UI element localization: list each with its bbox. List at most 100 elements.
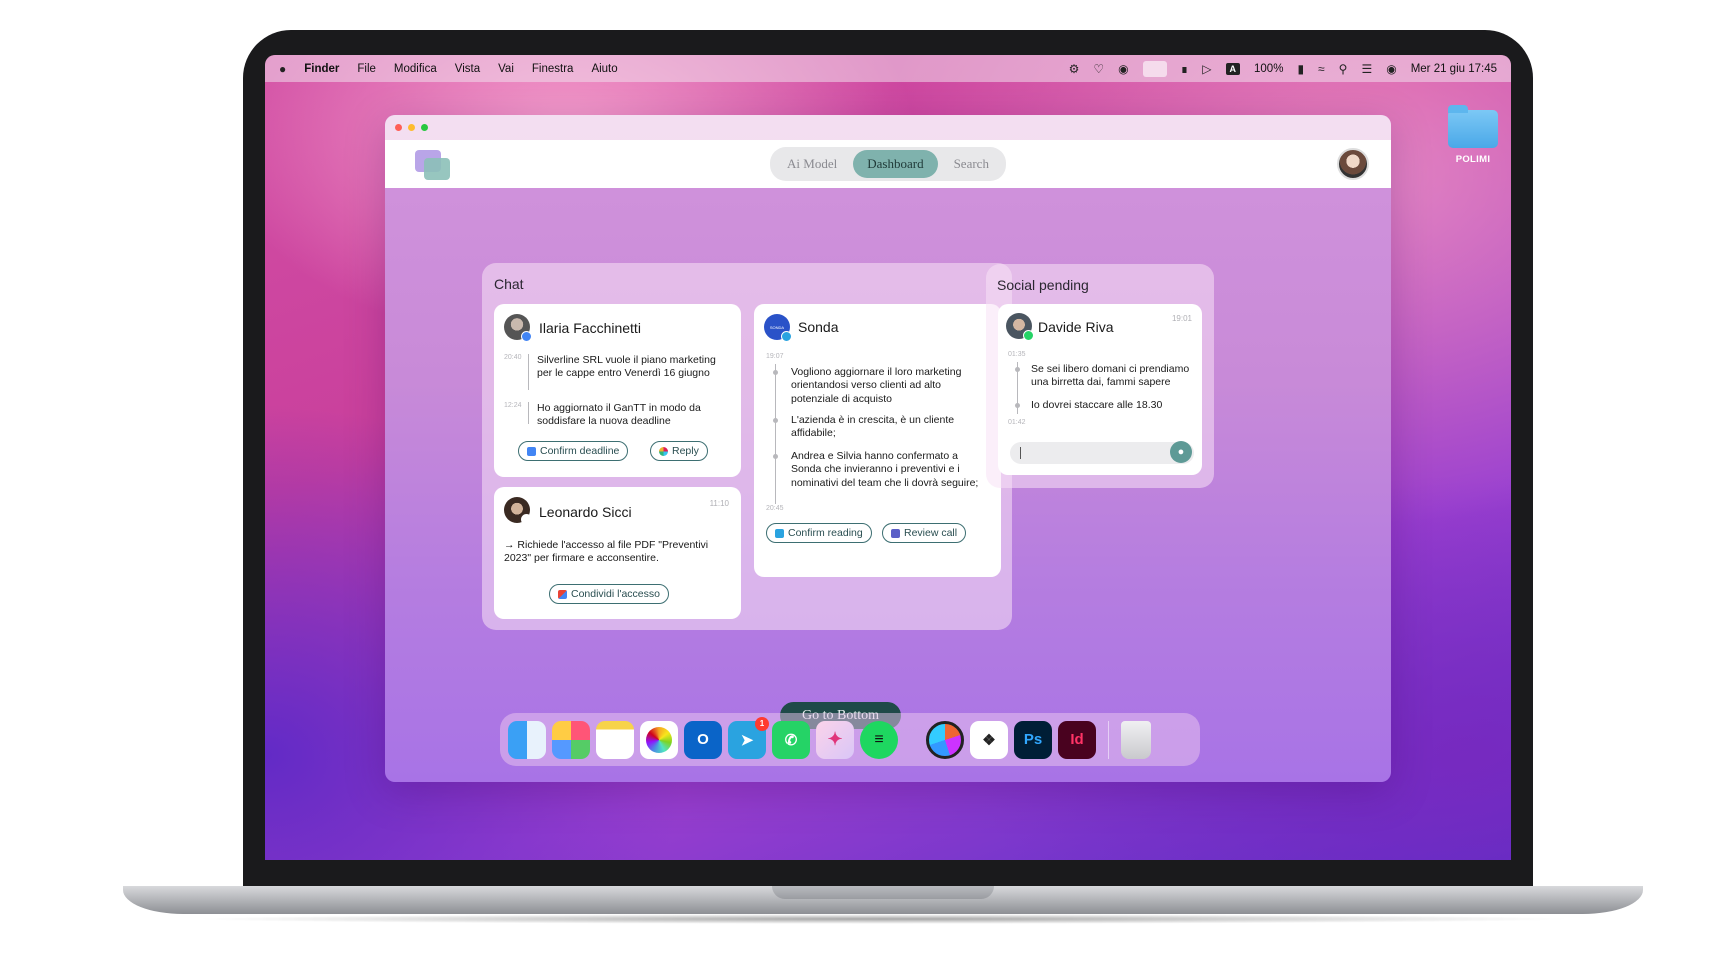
message-timestamp: 01:35 <box>1008 351 1026 358</box>
craft-icon[interactable]: ✦ <box>816 720 854 759</box>
airpods-icon[interactable]: ∎ <box>1181 62 1189 76</box>
user-avatar[interactable] <box>1337 148 1369 180</box>
spotify-icon[interactable]: ≡ <box>860 720 898 759</box>
timeline-line <box>528 354 529 390</box>
button-label: Review call <box>904 527 958 539</box>
dock-separator <box>1108 720 1109 759</box>
message-text: Silverline SRL vuole il piano marketing … <box>537 354 716 380</box>
chat-panel-title: Chat <box>494 276 524 292</box>
status-icon-3[interactable]: ◉ <box>1118 62 1128 76</box>
minimize-window-button[interactable] <box>408 124 415 131</box>
menu-finestra[interactable]: Finestra <box>532 63 574 75</box>
message-timestamp: 12:24 <box>504 402 522 409</box>
google-chat-icon <box>521 331 532 342</box>
apple-icon[interactable]: ● <box>279 62 286 76</box>
contact-name: Sonda <box>798 319 839 335</box>
telegram-icon <box>781 331 792 342</box>
close-window-button[interactable] <box>395 124 402 131</box>
share-access-button[interactable]: Condividi l'accesso <box>549 584 669 604</box>
avatar-text: SONDA <box>769 324 785 330</box>
notification-badge: 1 <box>755 716 769 731</box>
battery-percent[interactable]: 100% <box>1254 63 1283 75</box>
menu-vai[interactable]: Vai <box>498 63 514 75</box>
menu-modifica[interactable]: Modifica <box>394 63 437 75</box>
gmail-icon <box>521 514 532 525</box>
app-window: Ai Model Dashboard Search Chat Ilaria Fa… <box>385 115 1391 782</box>
trash-icon[interactable] <box>1121 720 1151 759</box>
status-icon-2[interactable]: ♡ <box>1093 62 1104 76</box>
laptop-shadow <box>190 914 1576 924</box>
timeline-dot <box>1015 367 1020 372</box>
siri-icon[interactable]: ◉ <box>1386 62 1396 76</box>
desktop-screen: ● Finder File Modifica Vista Vai Finestr… <box>265 55 1511 860</box>
whatsapp-icon[interactable]: ✆ <box>772 720 810 759</box>
menu-aiuto[interactable]: Aiuto <box>591 63 617 75</box>
confirm-deadline-button[interactable]: Confirm deadline <box>518 441 629 461</box>
spotlight-search-icon[interactable]: ⚲ <box>1339 62 1348 76</box>
telegram-icon[interactable]: ➤ 1 <box>728 716 769 759</box>
message-timestamp: 01:42 <box>1008 419 1026 426</box>
button-label: Confirm reading <box>788 527 863 539</box>
chat-card-sonda[interactable]: SONDA Sonda 19:07 Vogliono aggiornare il… <box>754 304 1001 577</box>
wifi-icon[interactable]: ≈ <box>1318 62 1325 76</box>
text-caret <box>1020 447 1021 459</box>
nav-tabs: Ai Model Dashboard Search <box>770 147 1006 181</box>
message-time: 11:10 <box>709 499 729 508</box>
menu-app-name[interactable]: Finder <box>304 63 339 75</box>
whatsapp-icon <box>1023 330 1034 341</box>
slack-icon <box>659 446 668 456</box>
indesign-icon[interactable]: Id <box>1058 720 1096 759</box>
figma-icon[interactable]: ❖ <box>970 720 1008 759</box>
message-time: 19:01 <box>1171 314 1192 323</box>
teams-icon <box>891 528 900 538</box>
social-card-davide[interactable]: 19:01 Davide Riva 01:35 Se sei libero do… <box>998 304 1202 475</box>
timeline-line <box>775 364 776 504</box>
status-box-icon[interactable] <box>1142 60 1167 77</box>
chat-card-leonardo[interactable]: 11:10 Leonardo Sicci → Richiede l'access… <box>494 487 741 619</box>
message-timestamp: 20:40 <box>504 354 522 361</box>
photos-icon[interactable] <box>640 720 678 759</box>
reply-input[interactable] <box>1010 442 1194 464</box>
status-icon-1[interactable]: ⚙ <box>1069 62 1080 76</box>
arc-browser-icon[interactable] <box>926 720 964 759</box>
telegram-icon <box>775 528 784 538</box>
menu-file[interactable]: File <box>357 63 376 75</box>
tab-search[interactable]: Search <box>940 150 1003 178</box>
contact-name: Leonardo Sicci <box>539 504 632 520</box>
zoom-window-button[interactable] <box>421 124 428 131</box>
timeline-dot <box>773 454 778 459</box>
calendar-icon <box>527 446 536 456</box>
play-icon[interactable]: ▷ <box>1202 62 1211 76</box>
avatar <box>1006 313 1034 341</box>
folder-icon <box>1448 105 1498 148</box>
outlook-icon[interactable]: O <box>684 720 722 759</box>
timeline-dot <box>1015 403 1020 408</box>
message-timestamp: 20:45 <box>766 505 784 512</box>
app-header: Ai Model Dashboard Search <box>385 140 1391 188</box>
confirm-reading-button[interactable]: Confirm reading <box>766 523 872 543</box>
social-pending-panel: Social pending 19:01 Davide Riva 01:35 S… <box>986 264 1214 488</box>
app-logo[interactable] <box>415 150 451 180</box>
microphone-icon[interactable]: ● <box>1170 441 1192 463</box>
desktop-folder[interactable]: POLIMI <box>1438 105 1508 165</box>
review-call-button[interactable]: Review call <box>882 523 967 543</box>
avatar: SONDA <box>764 314 792 342</box>
menu-vista[interactable]: Vista <box>455 63 480 75</box>
photoshop-icon[interactable]: Ps <box>1014 720 1052 759</box>
menu-bar: ● Finder File Modifica Vista Vai Finestr… <box>265 55 1511 82</box>
battery-icon[interactable]: ▮ <box>1297 62 1304 76</box>
control-center-icon[interactable]: ☰ <box>1361 62 1372 76</box>
message-text: → Richiede l'accesso al file PDF "Preven… <box>504 539 709 565</box>
tab-ai-model[interactable]: Ai Model <box>773 150 851 178</box>
timeline-line <box>528 402 529 424</box>
button-label: Condividi l'accesso <box>571 588 660 600</box>
chat-card-ilaria[interactable]: Ilaria Facchinetti 20:40 Silverline SRL … <box>494 304 741 477</box>
launchpad-icon[interactable] <box>552 720 590 759</box>
menu-clock[interactable]: Mer 21 giu 17:45 <box>1411 63 1497 75</box>
input-source-icon[interactable]: A <box>1225 62 1241 75</box>
notes-icon[interactable] <box>596 720 634 759</box>
tab-dashboard[interactable]: Dashboard <box>853 150 938 178</box>
reply-button[interactable]: Reply <box>650 441 708 461</box>
message-text: Vogliono aggiornare il loro marketing or… <box>791 366 962 405</box>
finder-icon[interactable] <box>508 720 546 759</box>
